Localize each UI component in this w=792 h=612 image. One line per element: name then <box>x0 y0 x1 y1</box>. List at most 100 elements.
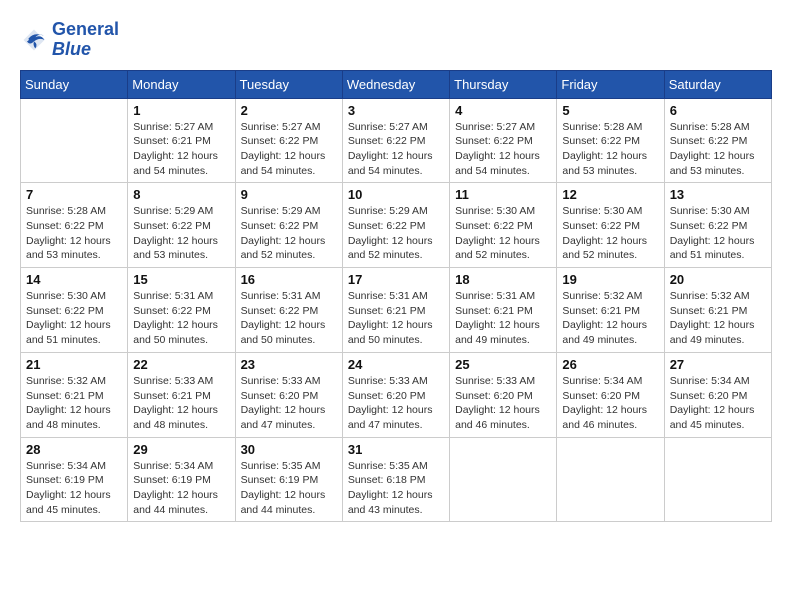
day-info: Sunrise: 5:32 AM Sunset: 6:21 PM Dayligh… <box>26 374 122 433</box>
page-header: General Blue <box>20 20 772 60</box>
day-info: Sunrise: 5:33 AM Sunset: 6:20 PM Dayligh… <box>348 374 444 433</box>
calendar-cell: 8Sunrise: 5:29 AM Sunset: 6:22 PM Daylig… <box>128 183 235 268</box>
day-number: 6 <box>670 103 766 118</box>
day-info: Sunrise: 5:32 AM Sunset: 6:21 PM Dayligh… <box>670 289 766 348</box>
calendar-cell: 23 Sunrise: 5:33 AM Sunset: 6:20 PM Dayli… <box>235 352 342 437</box>
day-info: Sunrise: 5:31 AM Sunset: 6:21 PM Dayligh… <box>455 289 551 348</box>
day-info: Sunrise: 5:34 AM Sunset: 6:20 PM Dayligh… <box>562 374 658 433</box>
day-number: 29 <box>133 442 229 457</box>
day-info: Sunrise: 5:32 AM Sunset: 6:21 PM Dayligh… <box>562 289 658 348</box>
day-info: Sunrise: 5:27 AM Sunset: 6:22 PM Dayligh… <box>455 120 551 179</box>
day-number: 22 <box>133 357 229 372</box>
calendar-week-row: 1 Sunrise: 5:27 AM Sunset: 6:21 PM Daylig… <box>21 98 772 183</box>
calendar-week-row: 14 Sunrise: 5:30 AM Sunset: 6:22 PM Dayli… <box>21 268 772 353</box>
calendar-cell: 3 Sunrise: 5:27 AM Sunset: 6:22 PM Daylig… <box>342 98 449 183</box>
calendar-cell: 2 Sunrise: 5:27 AM Sunset: 6:22 PM Daylig… <box>235 98 342 183</box>
weekday-header: Thursday <box>450 70 557 98</box>
weekday-header: Saturday <box>664 70 771 98</box>
day-info: Sunrise: 5:30 AM Sunset: 6:22 PM Dayligh… <box>562 204 658 263</box>
day-number: 18 <box>455 272 551 287</box>
day-info: Sunrise: 5:28 AM Sunset: 6:22 PM Dayligh… <box>562 120 658 179</box>
calendar-cell <box>664 437 771 522</box>
calendar-table: SundayMondayTuesdayWednesdayThursdayFrid… <box>20 70 772 523</box>
day-info: Sunrise: 5:34 AM Sunset: 6:19 PM Dayligh… <box>26 459 122 518</box>
day-number: 11 <box>455 187 551 202</box>
day-number: 31 <box>348 442 444 457</box>
logo-text: General Blue <box>52 20 119 60</box>
day-number: 16 <box>241 272 337 287</box>
calendar-cell: 14 Sunrise: 5:30 AM Sunset: 6:22 PM Dayli… <box>21 268 128 353</box>
calendar-cell <box>21 98 128 183</box>
calendar-cell: 30Sunrise: 5:35 AM Sunset: 6:19 PM Dayli… <box>235 437 342 522</box>
weekday-header: Monday <box>128 70 235 98</box>
day-info: Sunrise: 5:33 AM Sunset: 6:20 PM Dayligh… <box>241 374 337 433</box>
day-info: Sunrise: 5:29 AM Sunset: 6:22 PM Dayligh… <box>348 204 444 263</box>
calendar-cell: 5 Sunrise: 5:28 AM Sunset: 6:22 PM Daylig… <box>557 98 664 183</box>
day-number: 1 <box>133 103 229 118</box>
calendar-cell: 27Sunrise: 5:34 AM Sunset: 6:20 PM Dayli… <box>664 352 771 437</box>
calendar-cell: 10 Sunrise: 5:29 AM Sunset: 6:22 PM Dayli… <box>342 183 449 268</box>
day-info: Sunrise: 5:28 AM Sunset: 6:22 PM Dayligh… <box>670 120 766 179</box>
calendar-cell <box>557 437 664 522</box>
day-number: 5 <box>562 103 658 118</box>
calendar-week-row: 21 Sunrise: 5:32 AM Sunset: 6:21 PM Dayli… <box>21 352 772 437</box>
calendar-cell: 29 Sunrise: 5:34 AM Sunset: 6:19 PM Dayli… <box>128 437 235 522</box>
day-info: Sunrise: 5:30 AM Sunset: 6:22 PM Dayligh… <box>455 204 551 263</box>
calendar-header: SundayMondayTuesdayWednesdayThursdayFrid… <box>21 70 772 98</box>
day-info: Sunrise: 5:30 AM Sunset: 6:22 PM Dayligh… <box>670 204 766 263</box>
day-number: 23 <box>241 357 337 372</box>
calendar-cell: 4 Sunrise: 5:27 AM Sunset: 6:22 PM Daylig… <box>450 98 557 183</box>
day-number: 17 <box>348 272 444 287</box>
day-number: 14 <box>26 272 122 287</box>
weekday-header: Sunday <box>21 70 128 98</box>
calendar-week-row: 28 Sunrise: 5:34 AM Sunset: 6:19 PM Dayli… <box>21 437 772 522</box>
day-number: 19 <box>562 272 658 287</box>
calendar-week-row: 7Sunrise: 5:28 AM Sunset: 6:22 PM Daylig… <box>21 183 772 268</box>
calendar-cell: 11 Sunrise: 5:30 AM Sunset: 6:22 PM Dayli… <box>450 183 557 268</box>
calendar-cell: 1 Sunrise: 5:27 AM Sunset: 6:21 PM Daylig… <box>128 98 235 183</box>
calendar-cell: 31 Sunrise: 5:35 AM Sunset: 6:18 PM Dayli… <box>342 437 449 522</box>
calendar-cell: 24 Sunrise: 5:33 AM Sunset: 6:20 PM Dayli… <box>342 352 449 437</box>
day-info: Sunrise: 5:27 AM Sunset: 6:22 PM Dayligh… <box>348 120 444 179</box>
calendar-cell: 20 Sunrise: 5:32 AM Sunset: 6:21 PM Dayli… <box>664 268 771 353</box>
day-info: Sunrise: 5:30 AM Sunset: 6:22 PM Dayligh… <box>26 289 122 348</box>
calendar-cell: 18 Sunrise: 5:31 AM Sunset: 6:21 PM Dayli… <box>450 268 557 353</box>
day-number: 2 <box>241 103 337 118</box>
calendar-cell: 21 Sunrise: 5:32 AM Sunset: 6:21 PM Dayli… <box>21 352 128 437</box>
day-info: Sunrise: 5:29 AM Sunset: 6:22 PM Dayligh… <box>241 204 337 263</box>
day-info: Sunrise: 5:31 AM Sunset: 6:21 PM Dayligh… <box>348 289 444 348</box>
day-number: 7 <box>26 187 122 202</box>
day-number: 30 <box>241 442 337 457</box>
day-number: 15 <box>133 272 229 287</box>
calendar-cell <box>450 437 557 522</box>
day-info: Sunrise: 5:34 AM Sunset: 6:19 PM Dayligh… <box>133 459 229 518</box>
day-number: 10 <box>348 187 444 202</box>
day-number: 25 <box>455 357 551 372</box>
day-number: 3 <box>348 103 444 118</box>
calendar-cell: 13Sunrise: 5:30 AM Sunset: 6:22 PM Dayli… <box>664 183 771 268</box>
calendar-cell: 7Sunrise: 5:28 AM Sunset: 6:22 PM Daylig… <box>21 183 128 268</box>
day-info: Sunrise: 5:31 AM Sunset: 6:22 PM Dayligh… <box>241 289 337 348</box>
day-info: Sunrise: 5:29 AM Sunset: 6:22 PM Dayligh… <box>133 204 229 263</box>
day-number: 26 <box>562 357 658 372</box>
day-number: 12 <box>562 187 658 202</box>
calendar-cell: 6 Sunrise: 5:28 AM Sunset: 6:22 PM Daylig… <box>664 98 771 183</box>
day-info: Sunrise: 5:27 AM Sunset: 6:21 PM Dayligh… <box>133 120 229 179</box>
day-number: 4 <box>455 103 551 118</box>
calendar-cell: 26 Sunrise: 5:34 AM Sunset: 6:20 PM Dayli… <box>557 352 664 437</box>
day-info: Sunrise: 5:27 AM Sunset: 6:22 PM Dayligh… <box>241 120 337 179</box>
day-number: 27 <box>670 357 766 372</box>
day-info: Sunrise: 5:31 AM Sunset: 6:22 PM Dayligh… <box>133 289 229 348</box>
day-number: 21 <box>26 357 122 372</box>
day-info: Sunrise: 5:35 AM Sunset: 6:18 PM Dayligh… <box>348 459 444 518</box>
day-number: 24 <box>348 357 444 372</box>
logo-icon <box>20 26 48 54</box>
day-number: 20 <box>670 272 766 287</box>
day-info: Sunrise: 5:33 AM Sunset: 6:20 PM Dayligh… <box>455 374 551 433</box>
day-info: Sunrise: 5:33 AM Sunset: 6:21 PM Dayligh… <box>133 374 229 433</box>
day-number: 28 <box>26 442 122 457</box>
calendar-cell: 16 Sunrise: 5:31 AM Sunset: 6:22 PM Dayli… <box>235 268 342 353</box>
calendar-cell: 15 Sunrise: 5:31 AM Sunset: 6:22 PM Dayli… <box>128 268 235 353</box>
logo: General Blue <box>20 20 119 60</box>
weekday-header: Tuesday <box>235 70 342 98</box>
